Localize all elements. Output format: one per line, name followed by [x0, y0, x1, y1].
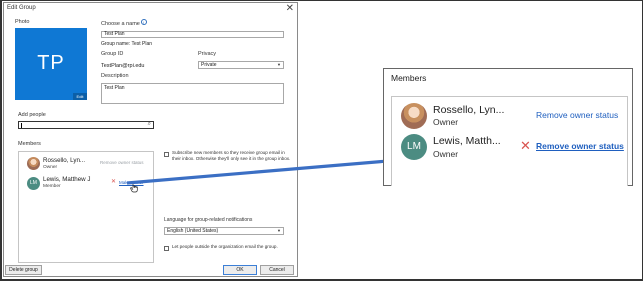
- zoom-members-list: Rossello, Lyn... Owner Remove owner stat…: [391, 96, 628, 186]
- member-role: Owner: [433, 149, 459, 159]
- remove-owner-status-link[interactable]: Remove owner status: [536, 110, 618, 120]
- remove-member-icon[interactable]: ✕: [520, 139, 531, 152]
- zoomed-members-panel: Members Rossello, Lyn... Owner Remove ow…: [383, 68, 633, 186]
- zoom-members-heading: Members: [391, 73, 427, 83]
- member-name: Lewis, Matth...: [433, 135, 501, 147]
- avatar: LM: [401, 134, 427, 160]
- member-name: Rossello, Lyn...: [433, 104, 505, 116]
- remove-owner-status-link[interactable]: Remove owner status: [536, 141, 624, 151]
- avatar: [401, 103, 427, 129]
- member-role: Owner: [433, 117, 459, 127]
